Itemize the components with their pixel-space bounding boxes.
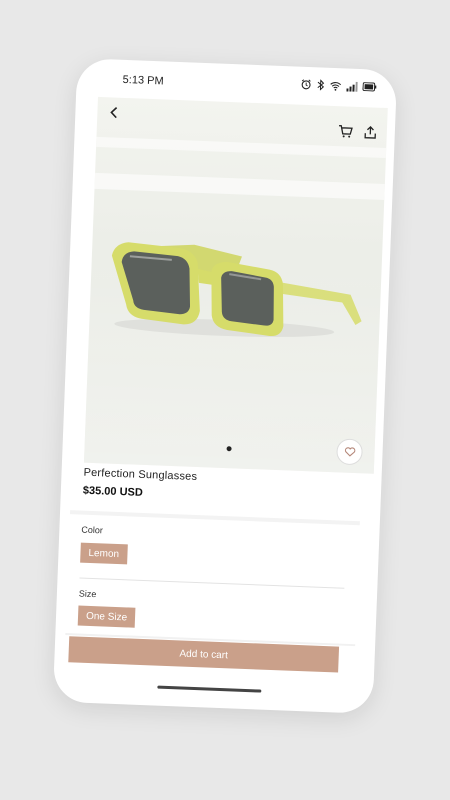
signal-icon [346, 81, 358, 92]
product-image-carousel[interactable] [83, 96, 388, 474]
home-indicator[interactable] [157, 685, 262, 693]
color-option-lemon[interactable]: Lemon [80, 542, 128, 565]
bluetooth-icon [316, 79, 325, 91]
wifi-icon [329, 80, 342, 91]
share-icon[interactable] [364, 125, 378, 139]
product-price: $35.00 USD [82, 484, 144, 499]
background-stripe [96, 136, 387, 159]
size-option-one-size[interactable]: One Size [77, 605, 136, 628]
color-label: Color [81, 524, 104, 536]
status-icons [300, 79, 377, 93]
size-label: Size [78, 588, 97, 600]
section-divider [69, 510, 360, 526]
option-divider [79, 577, 345, 589]
product-name: Perfection Sunglasses [83, 466, 198, 483]
phone-frame: 5:13 PM Perfection Sunglasses $35.00 USD… [52, 58, 398, 714]
sunglasses-image [111, 242, 362, 337]
battery-icon [362, 82, 377, 92]
cart-icon[interactable] [338, 124, 354, 139]
status-time: 5:13 PM [122, 73, 164, 88]
back-icon[interactable] [107, 105, 122, 120]
alarm-icon [300, 79, 311, 90]
background-stripe [94, 172, 385, 200]
